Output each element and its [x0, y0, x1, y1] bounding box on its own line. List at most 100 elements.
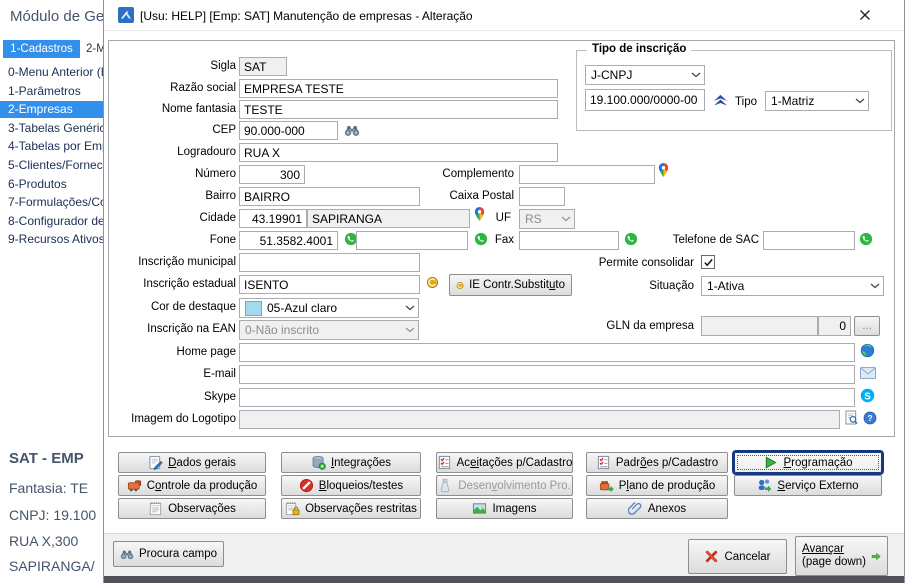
sidebar-item-0[interactable]: 0-Menu Anterior (E	[0, 64, 103, 81]
image-icon	[472, 501, 487, 516]
controle-producao-button[interactable]: Controle da produção	[118, 475, 266, 496]
anexos-button[interactable]: Anexos	[586, 498, 728, 519]
sidebar-item-6[interactable]: 6-Produtos	[0, 176, 103, 193]
complemento-field[interactable]	[519, 165, 655, 184]
logotipo-field[interactable]	[239, 410, 840, 429]
cidade-nome-field[interactable]	[307, 209, 470, 228]
sidebar-item-1[interactable]: 1-Parâmetros	[0, 83, 103, 100]
complemento-map-pin-icon[interactable]	[658, 162, 669, 178]
fax-whatsapp-icon[interactable]	[624, 232, 638, 246]
numero-field[interactable]	[239, 165, 305, 184]
sidebar-item-7[interactable]: 7-Formulações/Con	[0, 194, 103, 211]
background-window-title: Módulo de Ge	[10, 8, 103, 25]
razao-social-field[interactable]	[239, 79, 558, 98]
gln-field[interactable]	[701, 316, 818, 336]
manutencao-empresas-dialog: [Usu: HELP] [Emp: SAT] Manutenção de emp…	[103, 0, 905, 583]
cor-destaque-combo[interactable]: 05-Azul claro	[239, 298, 419, 318]
avancar-button[interactable]: Avançar (page down)	[795, 536, 888, 576]
email-envelope-icon[interactable]	[860, 367, 876, 379]
inscricao-ean-combo[interactable]: 0-Não inscrito	[239, 320, 419, 340]
chevron-down-icon	[688, 66, 704, 84]
sidebar-item-3[interactable]: 3-Tabelas Genérica	[0, 120, 103, 137]
svg-text:S: S	[864, 391, 871, 402]
cnpj-field[interactable]	[585, 89, 705, 111]
fone2-field[interactable]	[356, 231, 468, 250]
padroes-pcadastro-button[interactable]: Padrões p/Cadastro	[586, 452, 728, 473]
checklist-icon	[596, 455, 611, 470]
uf-combo[interactable]: RS	[519, 209, 575, 229]
sidebar-item-5[interactable]: 5-Clientes/Fornece	[0, 157, 103, 174]
skype-icon[interactable]: S	[860, 388, 875, 403]
email-field[interactable]	[239, 365, 855, 384]
background-window: Módulo de Ge 1-Cadastros 2-M 0-Menu Ante…	[0, 0, 103, 583]
help-icon[interactable]: ?	[863, 411, 877, 425]
plano-producao-button[interactable]: Plano de produção	[586, 475, 728, 496]
cep-field[interactable]	[239, 121, 338, 140]
aceitacoes-pcadastro-button[interactable]: Aceitações p/Cadastro	[436, 452, 573, 473]
fax-field[interactable]	[519, 231, 619, 250]
procura-campo-button[interactable]: Procura campo	[113, 541, 224, 567]
ie-contr-substituto-button[interactable]: IE Contr.Substituto	[449, 274, 572, 296]
machine-icon	[127, 478, 142, 493]
inscricao-estadual-label: Inscrição estadual	[104, 278, 236, 290]
tipo-matriz-combo[interactable]: 1-Matriz	[765, 91, 869, 111]
nome-fantasia-field[interactable]	[239, 100, 558, 119]
caixa-postal-field[interactable]	[519, 187, 565, 206]
fone2-whatsapp-icon[interactable]	[474, 232, 488, 246]
observacoes-button[interactable]: Observações	[118, 498, 266, 519]
integracoes-button[interactable]: Integrações	[281, 452, 421, 473]
permite-consolidar-checkbox[interactable]	[701, 255, 715, 269]
globe-icon[interactable]	[860, 343, 875, 358]
cep-search-binoculars-icon[interactable]	[344, 124, 360, 137]
telefone-sac-field[interactable]	[763, 231, 855, 250]
skype-field[interactable]	[239, 388, 855, 407]
screen: Módulo de Ge 1-Cadastros 2-M 0-Menu Ante…	[0, 0, 905, 583]
bloqueios-testes-button[interactable]: Bloqueios/testes	[281, 475, 421, 496]
dados-gerais-button[interactable]: Dados gerais	[118, 452, 266, 473]
cancelar-button[interactable]: Cancelar	[688, 539, 787, 574]
chevron-down-icon	[402, 299, 418, 317]
color-swatch	[245, 301, 262, 316]
cidade-codigo-field[interactable]	[239, 209, 307, 228]
desenvolvimento-pro-button[interactable]: Desenvolvimento Pro.	[436, 475, 573, 496]
chevron-down-icon	[558, 210, 574, 228]
fone-field[interactable]	[239, 231, 338, 250]
inscricao-estadual-field[interactable]	[239, 275, 420, 294]
sac-whatsapp-icon[interactable]	[859, 232, 873, 246]
situacao-combo[interactable]: 1-Ativa	[701, 276, 884, 296]
tipo-documento-combo[interactable]: J-CNPJ	[585, 65, 705, 85]
sidebar-item-2[interactable]: 2-Empresas	[0, 101, 103, 118]
logradouro-field[interactable]	[239, 143, 558, 162]
company-summary-cidade: SAPIRANGA/	[9, 558, 95, 574]
inscricao-municipal-field[interactable]	[239, 253, 420, 272]
receita-federal-icon[interactable]	[713, 94, 728, 106]
chevron-down-icon	[867, 277, 883, 295]
observacoes-restritas-button[interactable]: Observações restritas	[281, 498, 421, 519]
bairro-field[interactable]	[239, 187, 420, 206]
block-icon	[299, 478, 314, 493]
home-page-field[interactable]	[239, 343, 855, 362]
database-icon	[311, 455, 326, 470]
logotipo-preview-icon[interactable]	[845, 410, 858, 425]
tab-cadastros[interactable]: 1-Cadastros	[3, 40, 80, 58]
imagens-button[interactable]: Imagens	[436, 498, 573, 519]
tipo-label: Tipo	[727, 96, 757, 108]
servico-externo-button[interactable]: Serviço Externo	[734, 475, 882, 496]
close-icon[interactable]	[856, 6, 874, 24]
programacao-button[interactable]: Programação	[734, 452, 882, 473]
sigla-field[interactable]	[239, 57, 287, 76]
logotipo-label: Imagem do Logotipo	[104, 413, 236, 425]
gln-browse-button[interactable]: ...	[854, 316, 880, 336]
cidade-map-pin-icon[interactable]	[474, 206, 485, 222]
chevron-down-icon	[402, 321, 418, 339]
cor-destaque-label: Cor de destaque	[104, 301, 236, 313]
tab-movimentos[interactable]: 2-M	[86, 43, 103, 55]
gln-check-digit-field[interactable]	[818, 316, 851, 336]
paperclip-icon	[628, 501, 643, 516]
logradouro-label: Logradouro	[104, 146, 236, 158]
sintegra-coin-icon[interactable]	[426, 276, 439, 289]
sidebar-item-8[interactable]: 8-Configurador de	[0, 213, 103, 230]
complemento-label: Complemento	[404, 168, 514, 180]
sidebar-item-4[interactable]: 4-Tabelas por Empr	[0, 138, 103, 155]
sidebar-item-9[interactable]: 9-Recursos Ativos	[0, 231, 103, 248]
